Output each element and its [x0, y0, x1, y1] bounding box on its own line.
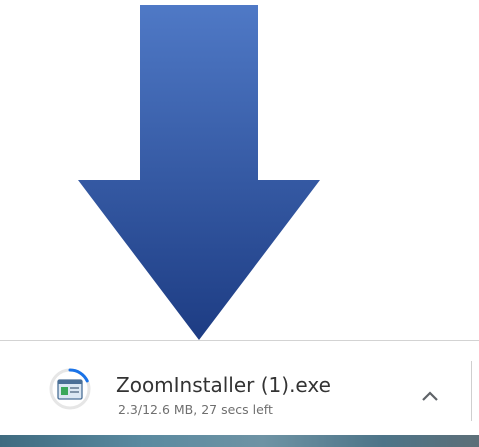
download-arrow-graphic [78, 5, 320, 340]
taskbar-strip [0, 435, 479, 447]
installer-file-icon [49, 368, 91, 410]
download-progress-ring [68, 368, 89, 383]
shelf-divider [471, 361, 472, 421]
download-status-text: 2.3/12.6 MB, 27 secs left [118, 402, 273, 417]
download-item[interactable]: ZoomInstaller (1).exe 2.3/12.6 MB, 27 se… [0, 341, 468, 436]
download-options-button[interactable] [408, 379, 452, 413]
chevron-up-icon [422, 391, 438, 401]
download-file-name: ZoomInstaller (1).exe [116, 373, 331, 397]
download-shelf: ZoomInstaller (1).exe 2.3/12.6 MB, 27 se… [0, 340, 479, 436]
